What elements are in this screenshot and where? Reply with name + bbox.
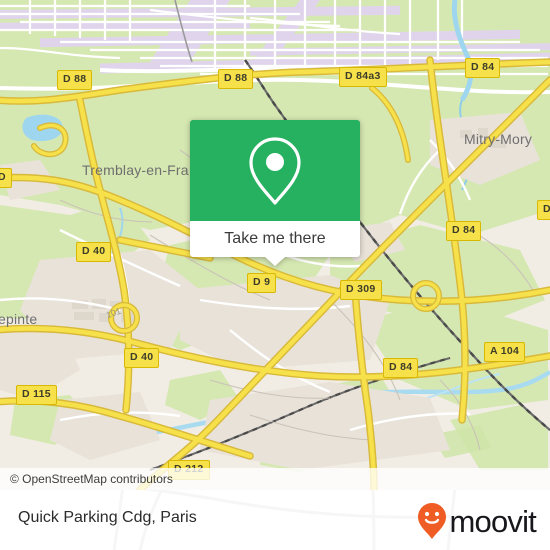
road-shield[interactable]: D 88 <box>218 69 254 89</box>
map-pin-icon <box>249 136 301 205</box>
callout-body <box>190 120 360 221</box>
road-shield[interactable]: D 84 <box>465 58 501 78</box>
take-me-there-label: Take me there <box>224 230 326 247</box>
road-shield[interactable]: D 84 <box>383 358 419 378</box>
place-label-tremblay: Tremblay-en-Fra <box>82 162 189 178</box>
moovit-wordmark: moovit <box>449 503 536 539</box>
road-shield[interactable]: D 84 <box>446 221 482 241</box>
callout-footer[interactable]: Take me there <box>190 221 360 266</box>
place-label-mitry-mory: Mitry-Mory <box>464 131 533 147</box>
footer-bar: Quick Parking Cdg, Paris moovit <box>0 490 550 550</box>
road-shield[interactable]: A 104 <box>484 342 526 362</box>
road-shield[interactable]: D 88 <box>57 70 93 90</box>
place-label-epinte: epinte <box>0 311 38 327</box>
road-shield[interactable]: D 9 <box>247 273 277 293</box>
callout-pointer <box>265 257 285 266</box>
road-shield[interactable]: D <box>0 168 12 188</box>
road-shield[interactable]: D 40 <box>124 348 160 368</box>
moovit-pin-icon <box>418 503 447 539</box>
road-shield[interactable]: D <box>537 200 550 220</box>
moovit-brand-logo[interactable]: moovit <box>417 502 537 540</box>
attribution-text[interactable]: © OpenStreetMap contributors <box>0 472 173 486</box>
road-shield[interactable]: D 84a3 <box>339 67 387 87</box>
road-shield[interactable]: D 40 <box>76 242 112 262</box>
map-attribution-bar: © OpenStreetMap contributors <box>0 468 550 490</box>
moovit-map-screenshot: D 88 D 88 D 84a3 D 84 D 84 D D D 40 D 9 … <box>0 0 550 550</box>
map-canvas[interactable]: D 88 D 88 D 84a3 D 84 D 84 D D D 40 D 9 … <box>0 0 550 490</box>
road-shield[interactable]: D 115 <box>16 385 57 405</box>
location-callout[interactable]: Take me there <box>190 120 360 266</box>
location-title: Quick Parking Cdg, Paris <box>18 509 197 526</box>
road-shield[interactable]: D 309 <box>340 280 382 300</box>
